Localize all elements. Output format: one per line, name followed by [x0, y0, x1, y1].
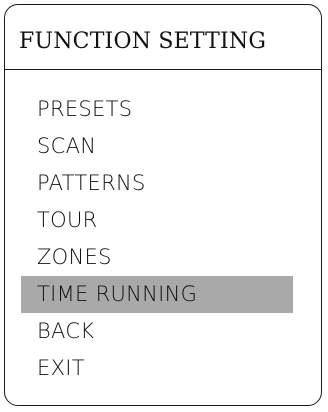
- menu-title: FUNCTION SETTING: [19, 29, 267, 54]
- menu-header: FUNCTION SETTING: [5, 5, 321, 70]
- menu-item-patterns[interactable]: PATTERNS: [21, 165, 293, 202]
- menu-list: PRESETS SCAN PATTERNS TOUR ZONES TIME RU…: [21, 91, 293, 387]
- menu-item-zones[interactable]: ZONES: [21, 239, 293, 276]
- menu-item-time-running[interactable]: TIME RUNNING: [21, 276, 293, 313]
- menu-item-presets[interactable]: PRESETS: [21, 91, 293, 128]
- function-setting-menu: FUNCTION SETTING PRESETS SCAN PATTERNS T…: [4, 4, 322, 406]
- menu-item-tour[interactable]: TOUR: [21, 202, 293, 239]
- menu-item-scan[interactable]: SCAN: [21, 128, 293, 165]
- menu-item-exit[interactable]: EXIT: [21, 350, 293, 387]
- menu-item-back[interactable]: BACK: [21, 313, 293, 350]
